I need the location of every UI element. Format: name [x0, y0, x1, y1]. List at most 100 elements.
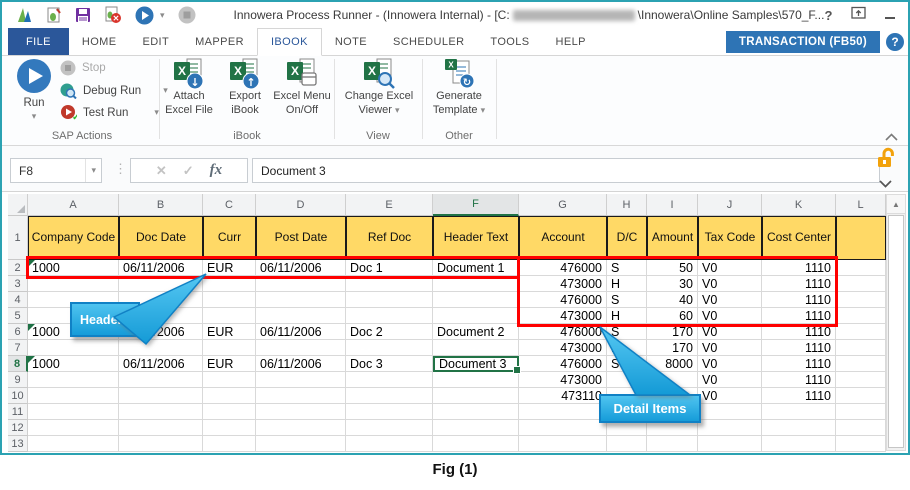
debug-run-button[interactable]: Debug Run ▾ — [60, 82, 168, 99]
row-header-12[interactable]: 12 — [8, 420, 28, 436]
scroll-up-icon[interactable]: ▲ — [887, 195, 905, 214]
cell-I6[interactable]: 170 — [647, 324, 698, 340]
cell-L8[interactable] — [836, 356, 886, 372]
cell-D10[interactable] — [256, 388, 346, 404]
cell-E3[interactable] — [346, 276, 433, 292]
attach-excel-file-button[interactable]: X ↓ Attach Excel File — [162, 58, 216, 118]
cell-D4[interactable] — [256, 292, 346, 308]
cell-H5[interactable]: H — [607, 308, 647, 324]
cell-B2[interactable]: 06/11/2006 — [119, 260, 203, 276]
cell-K13[interactable] — [762, 436, 836, 452]
generate-caret-icon[interactable]: ▾ — [481, 105, 486, 115]
change-excel-viewer-button[interactable]: X Change Excel Viewer ▾ — [340, 58, 418, 118]
cell-C2[interactable]: EUR — [203, 260, 256, 276]
cell-C4[interactable] — [203, 292, 256, 308]
tab-tools[interactable]: TOOLS — [477, 28, 542, 55]
header-cell-K1[interactable]: Cost Center — [762, 216, 836, 260]
cell-C10[interactable] — [203, 388, 256, 404]
insert-function-icon[interactable]: fx — [210, 162, 223, 179]
vertical-scrollbar[interactable]: ▲ — [886, 194, 906, 451]
header-cell-I1[interactable]: Amount — [647, 216, 698, 260]
row-header-7[interactable]: 7 — [8, 340, 28, 356]
collapse-ribbon-icon[interactable] — [885, 128, 898, 146]
row-header-6[interactable]: 6 — [8, 324, 28, 340]
cell-I5[interactable]: 60 — [647, 308, 698, 324]
cell-D13[interactable] — [256, 436, 346, 452]
cell-F5[interactable] — [433, 308, 519, 324]
cell-H9[interactable] — [607, 372, 647, 388]
cell-I7[interactable]: 170 — [647, 340, 698, 356]
cell-A2[interactable]: 1000 — [28, 260, 119, 276]
run-caret-icon[interactable]: ▾ — [32, 111, 37, 122]
transaction-button[interactable]: TRANSACTION (FB50) — [725, 31, 880, 53]
cell-E10[interactable] — [346, 388, 433, 404]
cell-H6[interactable]: S — [607, 324, 647, 340]
cell-D9[interactable] — [256, 372, 346, 388]
tab-note[interactable]: NOTE — [322, 28, 380, 55]
header-cell-B1[interactable]: Doc Date — [119, 216, 203, 260]
column-header-I[interactable]: I — [647, 194, 698, 216]
cell-E9[interactable] — [346, 372, 433, 388]
row-header-4[interactable]: 4 — [8, 292, 28, 308]
generate-template-button[interactable]: X ↻ Generate Template ▾ — [426, 58, 492, 118]
cell-F2[interactable]: Document 1 — [433, 260, 519, 276]
cell-J12[interactable] — [698, 420, 762, 436]
cell-D2[interactable]: 06/11/2006 — [256, 260, 346, 276]
cell-J11[interactable] — [698, 404, 762, 420]
tab-edit[interactable]: EDIT — [129, 28, 182, 55]
cell-K2[interactable]: 1110 — [762, 260, 836, 276]
cell-C8[interactable]: EUR — [203, 356, 256, 372]
cell-B8[interactable]: 06/11/2006 — [119, 356, 203, 372]
cell-G12[interactable] — [519, 420, 607, 436]
cell-I8[interactable]: 8000 — [647, 356, 698, 372]
titlebar-help-icon[interactable]: ? — [824, 8, 832, 23]
column-header-C[interactable]: C — [203, 194, 256, 216]
cell-A9[interactable] — [28, 372, 119, 388]
cell-E12[interactable] — [346, 420, 433, 436]
cell-I4[interactable]: 40 — [647, 292, 698, 308]
cell-L6[interactable] — [836, 324, 886, 340]
column-header-E[interactable]: E — [346, 194, 433, 216]
cell-G7[interactable]: 473000 — [519, 340, 607, 356]
cell-C3[interactable] — [203, 276, 256, 292]
cell-H2[interactable]: S — [607, 260, 647, 276]
cell-G10[interactable]: 473110 — [519, 388, 607, 404]
cell-E2[interactable]: Doc 1 — [346, 260, 433, 276]
cell-E5[interactable] — [346, 308, 433, 324]
cell-I3[interactable]: 30 — [647, 276, 698, 292]
cell-K7[interactable]: 1110 — [762, 340, 836, 356]
cell-E13[interactable] — [346, 436, 433, 452]
fill-handle[interactable] — [513, 366, 521, 374]
excel-menu-toggle-button[interactable]: X Excel Menu On/Off — [272, 58, 332, 118]
cell-C7[interactable] — [203, 340, 256, 356]
cell-J7[interactable]: V0 — [698, 340, 762, 356]
cell-G11[interactable] — [519, 404, 607, 420]
cell-B13[interactable] — [119, 436, 203, 452]
cell-C11[interactable] — [203, 404, 256, 420]
row-header-13[interactable]: 13 — [8, 436, 28, 452]
cell-A3[interactable] — [28, 276, 119, 292]
row-header-2[interactable]: 2 — [8, 260, 28, 276]
cell-F12[interactable] — [433, 420, 519, 436]
row-header-5[interactable]: 5 — [8, 308, 28, 324]
cell-L12[interactable] — [836, 420, 886, 436]
expand-formula-bar-icon[interactable] — [879, 175, 892, 193]
tab-file[interactable]: FILE — [8, 28, 69, 55]
cell-L2[interactable] — [836, 260, 886, 276]
cell-J8[interactable]: V0 — [698, 356, 762, 372]
header-cell-G1[interactable]: Account — [519, 216, 607, 260]
column-header-J[interactable]: J — [698, 194, 762, 216]
cell-K10[interactable]: 1110 — [762, 388, 836, 404]
column-header-B[interactable]: B — [119, 194, 203, 216]
cell-D7[interactable] — [256, 340, 346, 356]
cell-I9[interactable] — [647, 372, 698, 388]
name-box-caret-icon[interactable]: ▾ — [85, 159, 101, 182]
column-header-A[interactable]: A — [28, 194, 119, 216]
cell-J10[interactable]: V0 — [698, 388, 762, 404]
column-header-L[interactable]: L — [836, 194, 886, 216]
cancel-icon[interactable]: ✕ — [156, 163, 167, 179]
export-ibook-button[interactable]: X ↑ Export iBook — [219, 58, 271, 118]
cell-B12[interactable] — [119, 420, 203, 436]
cell-I2[interactable]: 50 — [647, 260, 698, 276]
cell-J6[interactable]: V0 — [698, 324, 762, 340]
